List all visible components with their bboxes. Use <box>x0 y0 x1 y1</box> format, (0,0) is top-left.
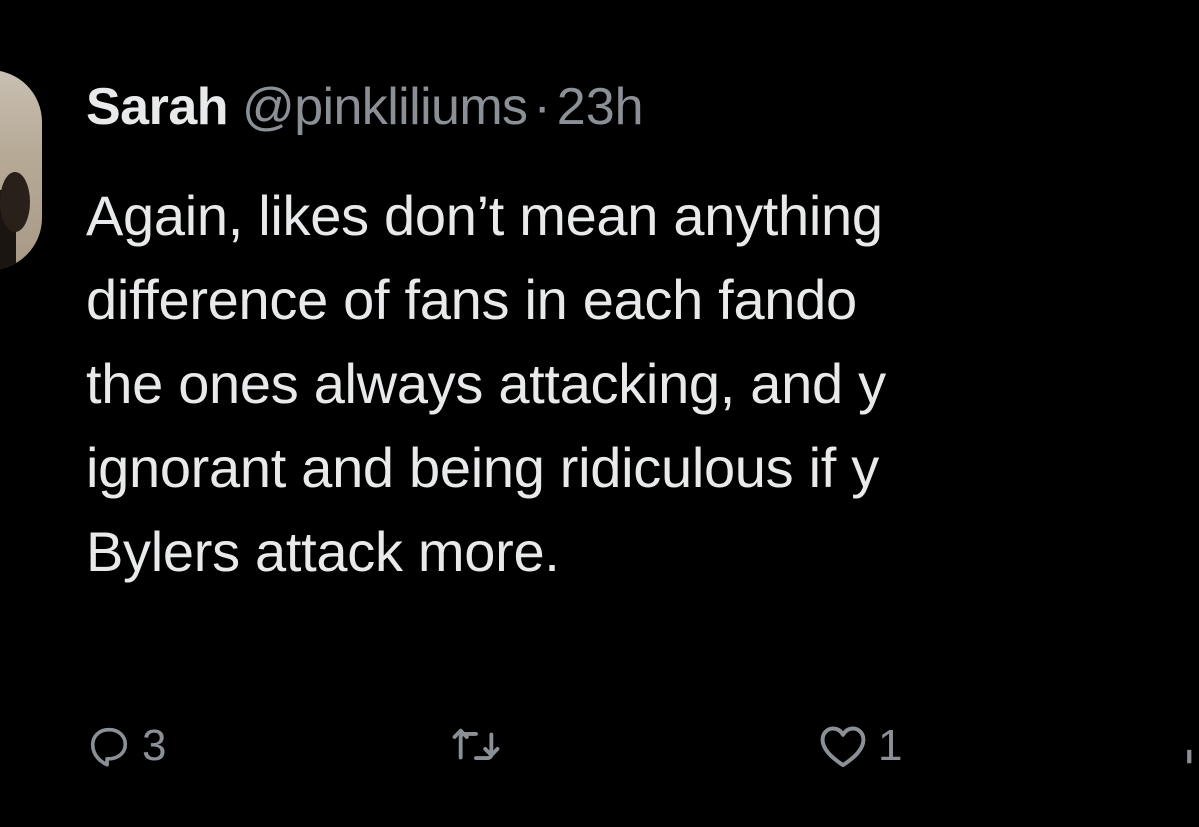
tweet-text-line: Again, likes don’t mean anything <box>86 184 883 247</box>
heart-outline-icon <box>818 723 868 769</box>
like-count: 1 <box>878 721 903 770</box>
retweet-button[interactable] <box>450 706 512 786</box>
tweet-text-line: Bylers attack more. <box>86 520 560 583</box>
tweet[interactable]: Sarah @pinkliliums · 23h Again, likes don’t… <box>0 0 1199 827</box>
avatar-hair-shape <box>0 172 30 232</box>
tweet-actions: 3 1 <box>0 706 1199 786</box>
timestamp[interactable]: 23h <box>557 78 644 136</box>
reply-button[interactable]: 3 <box>86 706 166 786</box>
reply-count: 3 <box>142 721 167 770</box>
avatar[interactable] <box>0 70 42 270</box>
separator-dot: · <box>533 78 551 136</box>
tweet-text-line: difference of fans in each fando <box>86 268 857 331</box>
share-button[interactable] <box>1180 706 1199 786</box>
tweet-header: Sarah @pinkliliums · 23h <box>86 72 644 142</box>
retweet-arrows-icon <box>450 723 502 769</box>
tweet-text-line: ignorant and being ridiculous if y <box>86 436 879 499</box>
tweet-text-line: the ones always attacking, and y <box>86 352 886 415</box>
share-icon <box>1180 723 1199 769</box>
like-button[interactable]: 1 <box>818 706 902 786</box>
author-name[interactable]: Sarah <box>86 78 229 136</box>
speech-bubble-icon <box>86 723 132 769</box>
tweet-text: Again, likes don’t mean anything differe… <box>86 174 1199 594</box>
author-handle[interactable]: @pinkliliums <box>242 78 528 136</box>
